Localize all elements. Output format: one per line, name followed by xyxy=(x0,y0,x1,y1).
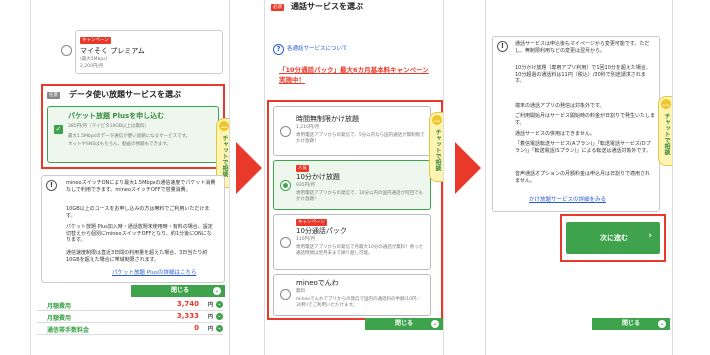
note-item: ご利用開始月はサービス開始時の料金が日割りで発生いたします。 xyxy=(515,113,656,126)
chat-consult-tab[interactable]: … チャットで相談 xyxy=(429,112,443,182)
campaign-link[interactable]: 「10分通話パック」最大6カ月基本料キャンペーン実施中！ xyxy=(279,66,429,86)
call-detail-link[interactable]: かけ放題サービスの詳細をみる xyxy=(529,197,606,204)
notes-box: ! mineoスイッチONにより最大1.5Mbpsの通信速度でパケット消費なしで… xyxy=(41,175,225,283)
chevron-down-icon: ⌄ xyxy=(216,313,223,320)
call-option[interactable]: 時間無制限かけ放題 1,210円/月 専用電話アプリからの発信で、5分以内なら国… xyxy=(273,106,431,156)
call-option[interactable]: mineoでんわ 無料 mineoでんわアプリからの発信で国内の通話料の半額(1… xyxy=(273,274,431,316)
note-item: 10分かけ放題（専用アプリ利用）で1回10分を超えた場合、10分超過の通話料は1… xyxy=(515,65,651,84)
chevron-down-icon: ⌄ xyxy=(658,320,666,328)
close-bar[interactable]: 閉じる ⌄ xyxy=(365,318,443,330)
option-price: 110円/月 xyxy=(296,237,316,242)
popular-badge: 人気 xyxy=(296,165,309,172)
packet-plus-label: パケット放題 Plusを申し込む xyxy=(68,112,165,120)
info-icon: ! xyxy=(497,41,508,52)
option-radio[interactable] xyxy=(280,126,291,137)
option-price: 935円/月 xyxy=(296,183,316,188)
note-item: 通話サービスは申込後もマイページから変更可能です。ただし、無制限利用などの変更は… xyxy=(515,41,650,54)
notes-box: ! 通話サービスは申込後もマイページから変更可能です。ただし、無制限利用などの変… xyxy=(492,36,660,212)
panel-call-service: 必須 通話サービスを選ぶ ? 各通話サービスについて 「10分通話パック」最大6… xyxy=(264,0,444,355)
option-radio[interactable] xyxy=(280,237,291,248)
fee-amount: 3,333 xyxy=(176,312,199,320)
chevron-down-icon: ⌄ xyxy=(216,301,223,308)
panel-call-notes: ! 通話サービスは申込後もマイページから変更可能です。ただし、無制限利用などの変… xyxy=(485,0,673,355)
option-desc: 専用電話アプリからの発信で、5分以内なら国内通話が無制限でかけ放題！ xyxy=(296,133,425,144)
required-tag: 必須 xyxy=(271,4,284,11)
chat-icon: … xyxy=(661,99,671,109)
packet-plus-option[interactable]: ✓ パケット放題 Plusを申し込む 385円/月（マイピタ10GB以上は無料）… xyxy=(47,106,219,163)
note-item: 10GB以上のコースをお申し込みの方は無料でご利用いただけます。 xyxy=(66,206,210,219)
chevron-down-icon: ⌄ xyxy=(216,325,223,332)
close-label: 閉じる xyxy=(622,320,641,327)
premium-speed: (最大5Mbps) xyxy=(80,57,108,62)
fee-amount: 0 xyxy=(194,324,199,332)
close-label: 閉じる xyxy=(395,320,414,327)
flow-arrow-icon xyxy=(236,142,262,194)
note-item: 音声通話オプションの月額料金は申込月は日割りで適用されません。 xyxy=(515,171,651,184)
call-option-selected[interactable]: 人気 10分かけ放題 935円/月 専用電話アプリからの発信で、10分以内の国内… xyxy=(273,160,431,210)
packet-plus-desc1: 最大1.5Mbpsのデータ通信が使い放題になるサービスです。 xyxy=(68,134,191,139)
chevron-down-icon: ⌄ xyxy=(213,287,221,295)
fee-unit: 円 xyxy=(207,314,213,320)
info-icon: ! xyxy=(46,180,57,191)
premium-title: マイそく プレミアム xyxy=(80,47,145,55)
option-radio[interactable] xyxy=(280,180,291,191)
help-icon: ? xyxy=(273,44,284,55)
packet-plus-detail-link[interactable]: パケット放題 Plusの詳細はこちら xyxy=(112,270,196,277)
fee-row[interactable]: 通信帯手数料金 0 円 ⌄ xyxy=(37,323,223,335)
chevron-down-icon: ⌄ xyxy=(431,320,439,328)
option-name: 10分通話パック xyxy=(296,227,347,235)
note-item: mineoスイッチONにより最大1.5Mbpsの通信速度でパケット消費なしで利用… xyxy=(66,180,216,193)
note-item: 「着信電話転送サービス(Aプラン)」「転送電話サービス(Dプラン)」「転送電話(… xyxy=(515,141,651,154)
note-item: 端末の通話アプリの発信は対象外です。 xyxy=(515,103,605,109)
plan-option-premium[interactable]: キャンペーン マイそく プレミアム (最大5Mbps) 2,200円/月 xyxy=(61,30,223,74)
chevron-right-icon: › xyxy=(648,231,652,241)
optional-tag: 任意 xyxy=(47,92,60,99)
chat-label: チャットで相談 xyxy=(663,113,670,155)
next-button[interactable]: 次に進む › xyxy=(566,222,660,254)
fee-unit: 円 xyxy=(207,326,213,332)
option-radio[interactable] xyxy=(280,289,291,300)
flow-arrow-icon xyxy=(455,142,481,194)
fee-label: 月額費用 xyxy=(47,315,72,322)
campaign-badge: キャンペーン xyxy=(80,37,111,44)
chat-label: チャットで相談 xyxy=(221,135,228,177)
option-name: 10分かけ放題 xyxy=(296,173,340,181)
note-item: 通話サービスの併用はできません。 xyxy=(515,131,595,137)
fee-unit: 円 xyxy=(207,302,213,308)
panel-data-service: キャンペーン マイそく プレミアム (最大5Mbps) 2,200円/月 任意 … xyxy=(30,0,230,355)
option-desc: mineoでんわアプリからの発信で国内の通話料の半額(10円／30秒)でご利用い… xyxy=(296,297,421,308)
note-item: 通信速度制限は直近3日間の利用量を超えた場合、3日当たり約10GBを超えた場合に… xyxy=(66,250,208,263)
campaign-badge: キャンペーン xyxy=(296,219,327,226)
fee-row[interactable]: 月額費用 3,740 円 ⌄ xyxy=(37,299,223,311)
close-bar[interactable]: 閉じる ⌄ xyxy=(131,285,225,297)
fee-label: 通信帯手数料金 xyxy=(47,327,90,334)
fee-amount: 3,740 xyxy=(176,300,199,308)
close-label: 閉じる xyxy=(171,287,190,294)
chat-label: チャットで相談 xyxy=(434,129,441,171)
next-label: 次に進む xyxy=(600,234,628,242)
fee-label: 月額費用 xyxy=(47,303,72,310)
option-price: 無料 xyxy=(296,289,305,294)
chat-icon: … xyxy=(219,121,229,131)
option-name: mineoでんわ xyxy=(296,279,339,287)
chat-consult-tab[interactable]: … チャットで相談 xyxy=(658,96,672,166)
section-title: データ使い放題サービスを選ぶ xyxy=(69,90,181,99)
note-item: パケット放題 Plus加入時・通話放題未使用時・有料の場合、設定切替えから個別に… xyxy=(66,224,213,243)
option-price: 1,210円/月 xyxy=(296,125,320,130)
close-bar[interactable]: 閉じる ⌄ xyxy=(592,318,670,330)
packet-plus-desc2: ネットやSNSはもちろん、動画の視聴もできます。 xyxy=(68,142,171,147)
checkbox-checked-icon[interactable]: ✓ xyxy=(54,125,63,134)
premium-price: 2,200円/月 xyxy=(80,64,104,69)
packet-plus-price: 385円/月（マイピタ10GB以上は無料） xyxy=(68,124,149,129)
about-call-services-link[interactable]: 各通話サービスについて xyxy=(287,46,347,53)
option-desc: 専用電話アプリからの発信で月最大10分の通話が無料！余った通話時間は翌月末まで繰… xyxy=(296,245,424,256)
call-option[interactable]: キャンペーン 10分通話パック 110円/月 専用電話アプリからの発信で月最大1… xyxy=(273,214,431,270)
option-desc: 専用電話アプリからの発信で、10分以内の国内通話が何回でもかけ放題！ xyxy=(296,191,424,202)
chat-icon: … xyxy=(432,115,442,125)
fee-row[interactable]: 月額費用 3,333 円 ⌄ xyxy=(37,311,223,323)
option-name: 時間無制限かけ放題 xyxy=(296,115,359,123)
section-title: 通話サービスを選ぶ xyxy=(291,2,363,11)
premium-radio[interactable] xyxy=(61,45,72,56)
